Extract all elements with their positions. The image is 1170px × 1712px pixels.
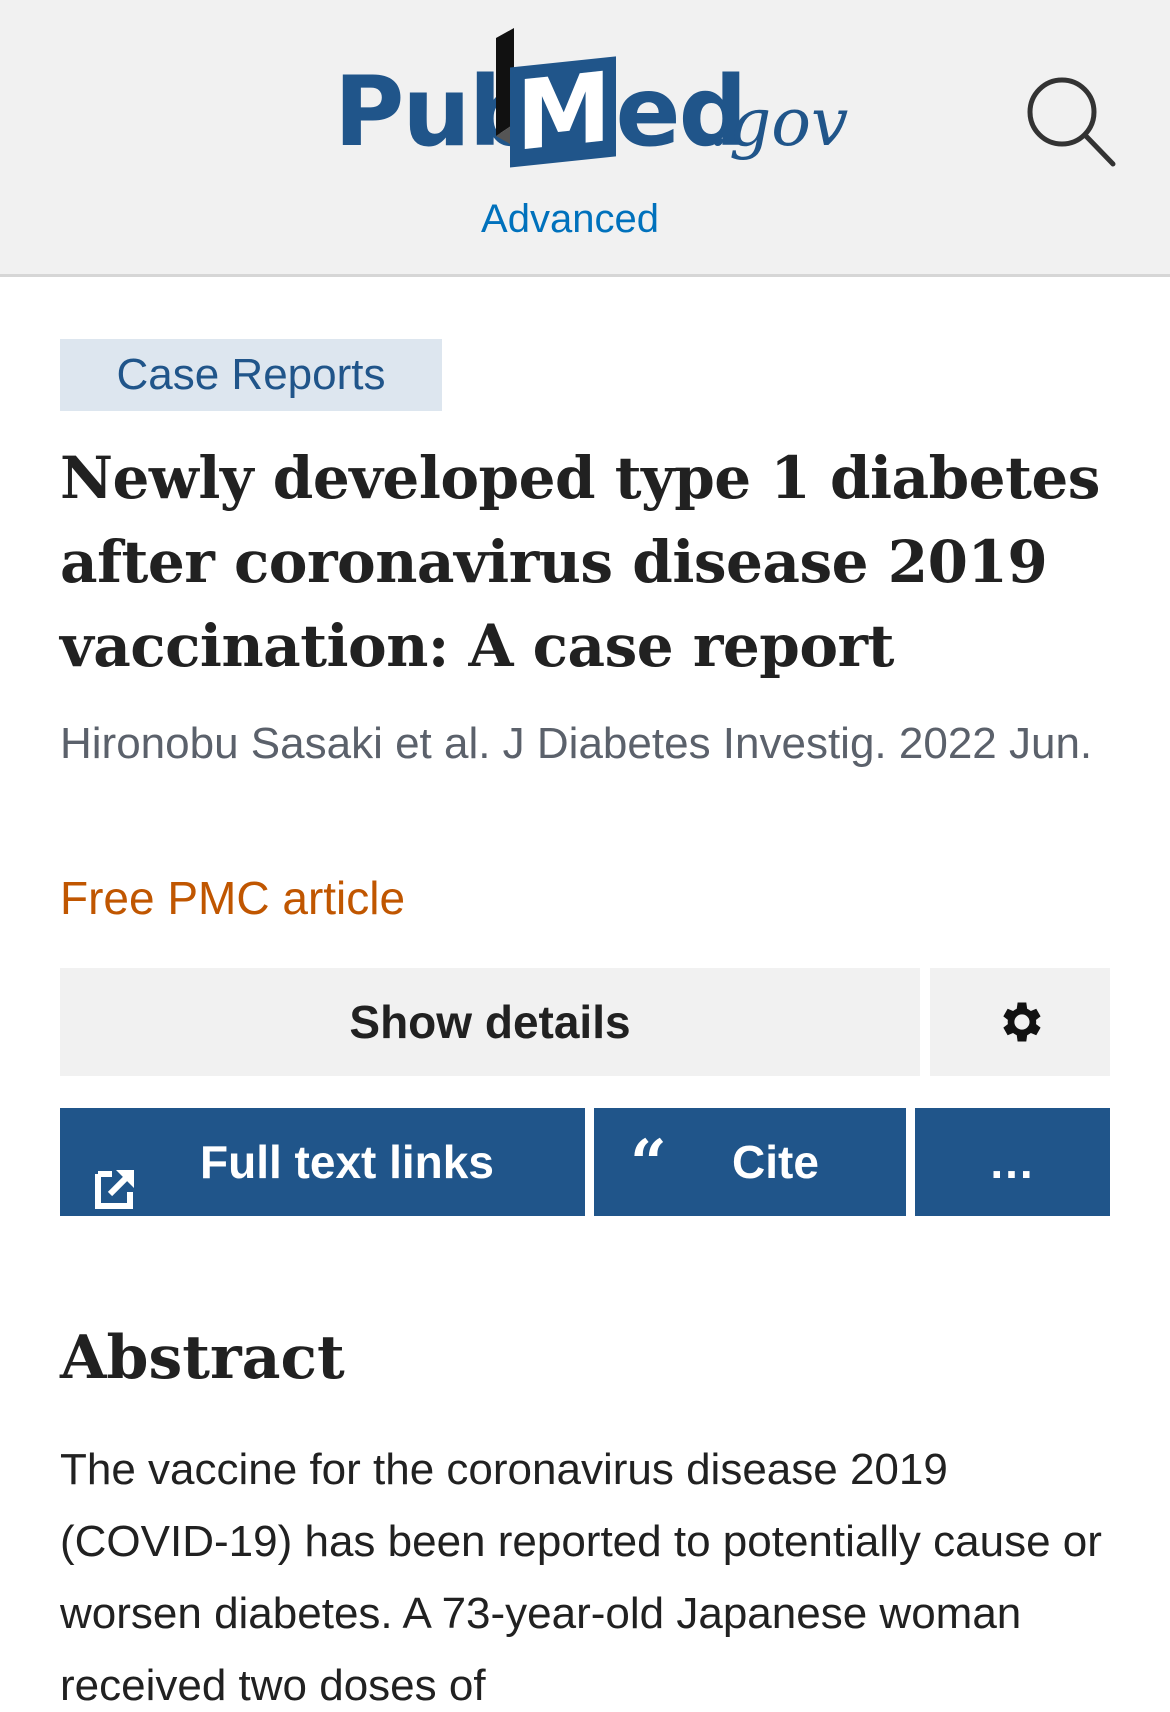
external-link-icon bbox=[94, 1140, 138, 1209]
full-text-links-label: Full text links bbox=[200, 1136, 494, 1188]
display-options-button[interactable] bbox=[930, 968, 1110, 1076]
quote-icon: “ bbox=[630, 1126, 667, 1201]
article-type-badge: Case Reports bbox=[60, 339, 442, 411]
cite-button[interactable]: “ Cite bbox=[594, 1108, 906, 1216]
search-button[interactable] bbox=[1020, 72, 1120, 172]
pubmed-logo[interactable]: Pub Med .gov bbox=[334, 22, 854, 173]
logo-m-letter: M bbox=[510, 51, 616, 173]
site-header: Pub Med .gov Advanced bbox=[0, 0, 1170, 277]
gear-icon bbox=[1003, 1002, 1041, 1042]
search-icon bbox=[1027, 77, 1116, 167]
logo-gov-text: .gov bbox=[708, 84, 849, 161]
advanced-search-link[interactable]: Advanced bbox=[0, 195, 1140, 243]
abstract-text: The vaccine for the coronavirus disease … bbox=[60, 1445, 1102, 1710]
more-actions-button[interactable]: ... bbox=[915, 1108, 1110, 1216]
more-actions-label: ... bbox=[990, 1136, 1035, 1188]
article-citation[interactable]: Hironobu Sasaki et al. J Diabetes Invest… bbox=[60, 708, 1120, 780]
free-pmc-link[interactable]: Free PMC article bbox=[60, 866, 405, 930]
abstract-heading: Abstract bbox=[60, 1323, 345, 1393]
cite-label: Cite bbox=[732, 1136, 819, 1188]
show-details-button[interactable]: Show details bbox=[60, 968, 920, 1076]
article-title: Newly developed type 1 diabetes after co… bbox=[60, 444, 1100, 680]
full-text-links-button[interactable]: Full text links bbox=[60, 1108, 585, 1216]
